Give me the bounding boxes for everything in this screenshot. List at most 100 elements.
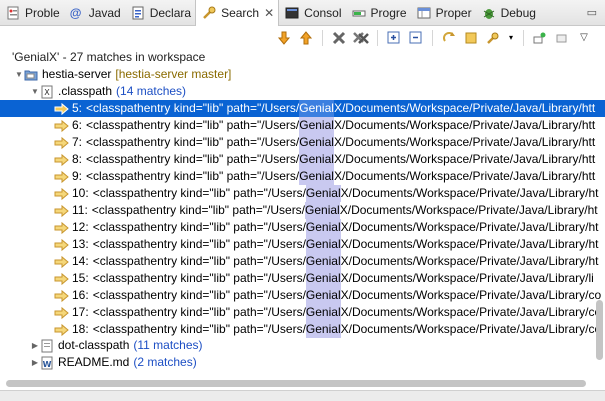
view-menu-chevron-icon[interactable]: ▽ <box>576 30 592 46</box>
tab-label: Consol <box>304 5 342 20</box>
match-text-after: /Documents/Workspace/Private/Java/Librar… <box>341 152 596 166</box>
match-text-before: <classpathentry kind="lib" path="/Users/ <box>92 305 306 319</box>
match-highlight-tail: X <box>340 288 349 302</box>
vertical-scrollbar[interactable] <box>596 300 603 380</box>
tab-properties[interactable]: Proper <box>411 0 476 26</box>
match-row[interactable]: 14: <classpathentry kind="lib" path="/Use… <box>0 253 605 270</box>
view-tab-bar: Proble @ Javad Declara Search ✕ Consol P… <box>0 0 605 27</box>
match-row[interactable]: 18: <classpathentry kind="lib" path="/Use… <box>0 321 605 338</box>
pin-search-view-button[interactable] <box>532 30 548 46</box>
file-row[interactable]: ▶ W README.md (2 matches) <box>0 354 605 371</box>
line-number: 16: <box>72 288 89 302</box>
match-highlight: Genial <box>305 253 341 270</box>
scroll-thumb[interactable] <box>596 300 603 360</box>
match-row[interactable]: 13: <classpathentry kind="lib" path="/Use… <box>0 236 605 253</box>
previous-match-button[interactable] <box>298 30 314 46</box>
collapse-all-button[interactable] <box>408 30 424 46</box>
expand-triangle-icon[interactable]: ▼ <box>14 66 24 83</box>
remove-selected-matches-button[interactable] <box>331 30 347 46</box>
match-row[interactable]: 8: <classpathentry kind="lib" path="/User… <box>0 151 605 168</box>
toolbar-separator <box>322 30 323 46</box>
match-row[interactable]: 9: <classpathentry kind="lib" path="/User… <box>0 168 605 185</box>
new-search-view-button[interactable] <box>554 30 570 46</box>
tab-debug[interactable]: Debug <box>476 0 540 26</box>
show-previous-searches-button[interactable] <box>485 30 501 46</box>
search-toolbar: ▾ ▽ <box>0 26 605 50</box>
line-number: 17: <box>72 305 89 319</box>
match-highlight: Genial <box>305 202 340 219</box>
close-icon[interactable]: ✕ <box>264 6 274 20</box>
match-highlight: Genial <box>305 236 341 253</box>
status-strip <box>0 390 605 401</box>
match-highlight-tail: X <box>333 152 342 166</box>
tab-console[interactable]: Consol <box>279 0 345 26</box>
file-match-count: (14 matches) <box>116 84 187 98</box>
properties-icon <box>417 7 431 18</box>
match-highlight: Genial <box>305 270 341 287</box>
file-row[interactable]: ▶ dot-classpath (11 matches) <box>0 337 605 354</box>
match-highlight: Genial <box>299 151 334 168</box>
tab-search[interactable]: Search ✕ <box>195 0 280 27</box>
match-arrow-icon <box>54 119 69 132</box>
tab-progress[interactable]: Progre <box>346 0 411 26</box>
tab-javadoc[interactable]: @ Javad <box>64 0 125 26</box>
match-text-before: <classpathentry kind="lib" path="/Users/ <box>91 203 306 217</box>
tab-problems[interactable]: Proble <box>0 0 64 26</box>
expand-all-button[interactable] <box>386 30 402 46</box>
match-arrow-icon <box>54 221 69 234</box>
match-row[interactable]: 12: <classpathentry kind="lib" path="/Use… <box>0 219 605 236</box>
collapsed-triangle-icon[interactable]: ▶ <box>30 354 40 371</box>
file-row[interactable]: ▼ X .classpath (14 matches) <box>0 83 605 100</box>
match-row[interactable]: 11: <classpathentry kind="lib" path="/Use… <box>0 202 605 219</box>
match-row[interactable]: 7: <classpathentry kind="lib" path="/User… <box>0 134 605 151</box>
project-icon <box>24 70 38 80</box>
project-branch: [hestia-server master] <box>115 67 232 81</box>
chevron-down-icon[interactable]: ▾ <box>507 30 515 46</box>
file-name: .classpath <box>58 84 113 98</box>
match-highlight: Genial <box>299 168 334 185</box>
match-highlight: Genial <box>299 100 334 117</box>
search-icon <box>203 6 216 19</box>
javadoc-icon: @ <box>69 5 82 20</box>
match-text-after: /Documents/Workspace/Private/Java/Librar… <box>348 305 602 319</box>
match-text-before: <classpathentry kind="lib" path="/Users/ <box>86 152 300 166</box>
match-highlight: Genial <box>299 134 334 151</box>
match-highlight-tail: X <box>339 203 348 217</box>
match-highlight: Genial <box>305 287 341 304</box>
file-icon <box>41 339 53 352</box>
file-name: dot-classpath <box>58 338 130 352</box>
remove-all-matches-button[interactable] <box>353 30 369 46</box>
line-number: 8: <box>72 152 83 166</box>
match-text-after: /Documents/Workspace/Private/Java/Librar… <box>348 322 602 336</box>
scroll-thumb[interactable] <box>6 380 586 387</box>
match-row[interactable]: 10: <classpathentry kind="lib" path="/Use… <box>0 185 605 202</box>
tab-label: Debug <box>500 5 536 20</box>
toolbar-separator <box>432 30 433 46</box>
match-row[interactable]: 17: <classpathentry kind="lib" path="/Use… <box>0 304 605 321</box>
progress-icon <box>352 10 366 16</box>
match-arrow-icon <box>54 272 69 285</box>
match-text-after: /Documents/Workspace/Private/Java/Librar… <box>341 118 596 132</box>
project-name: hestia-server <box>42 67 112 81</box>
line-number: 12: <box>72 220 89 234</box>
maximize-icon[interactable]: ▭ <box>587 6 605 19</box>
run-search-again-button[interactable] <box>441 30 457 46</box>
match-row[interactable]: 6: <classpathentry kind="lib" path="/User… <box>0 117 605 134</box>
toolbar-separator <box>377 30 378 46</box>
tab-declaration[interactable]: Declara <box>125 0 195 26</box>
match-arrow-icon <box>54 136 69 149</box>
match-text-before: <classpathentry kind="lib" path="/Users/ <box>86 101 300 115</box>
match-row[interactable]: 15: <classpathentry kind="lib" path="/Use… <box>0 270 605 287</box>
match-highlight-tail: X <box>340 254 349 268</box>
expand-triangle-icon[interactable]: ▼ <box>30 83 40 100</box>
match-row[interactable]: 16: <classpathentry kind="lib" path="/Use… <box>0 287 605 304</box>
toolbar-separator <box>523 30 524 46</box>
collapsed-triangle-icon[interactable]: ▶ <box>30 337 40 354</box>
match-arrow-icon <box>54 306 69 319</box>
tab-label: Declara <box>149 5 192 20</box>
horizontal-scrollbar[interactable] <box>0 376 605 390</box>
cancel-search-button[interactable] <box>463 30 479 46</box>
project-row[interactable]: ▼ hestia-server [hestia-server master] <box>0 66 605 83</box>
match-row[interactable]: 5: <classpathentry kind="lib" path="/User… <box>0 100 605 117</box>
next-match-button[interactable] <box>276 30 292 46</box>
